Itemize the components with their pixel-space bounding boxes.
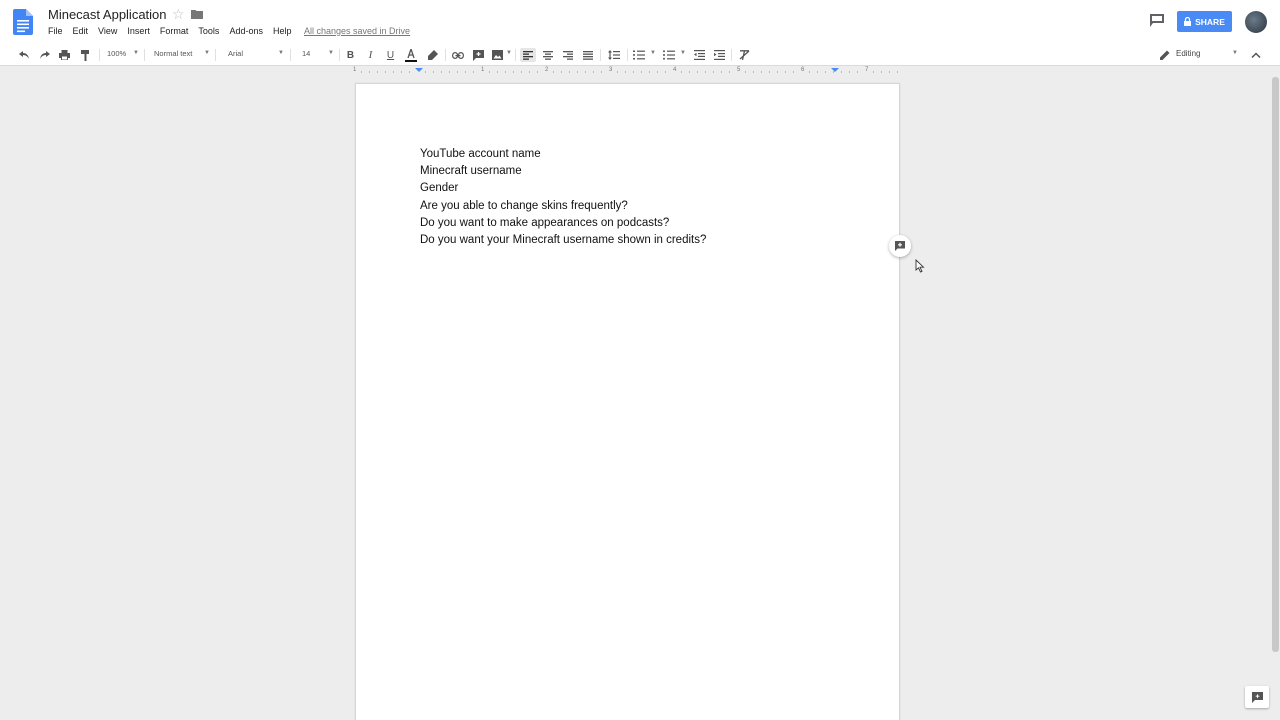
undo-icon[interactable]	[17, 48, 31, 62]
menu-tools[interactable]: Tools	[198, 26, 219, 36]
right-indent-marker[interactable]	[831, 68, 839, 72]
menu-edit[interactable]: Edit	[73, 26, 89, 36]
zoom-caret-icon[interactable]: ▼	[133, 50, 139, 56]
font-select[interactable]: Arial	[228, 49, 243, 58]
ruler-label: 2	[545, 67, 549, 73]
menu-addons[interactable]: Add-ons	[229, 26, 263, 36]
decrease-indent-icon[interactable]	[692, 48, 706, 62]
document-line[interactable]: Do you want your Minecraft username show…	[420, 232, 706, 249]
redo-icon[interactable]	[37, 48, 51, 62]
text-color-icon[interactable]	[404, 48, 418, 62]
ruler-label: 7	[865, 67, 869, 73]
font-size-caret-icon[interactable]: ▼	[328, 50, 334, 56]
add-comment-icon	[895, 241, 905, 251]
font-caret-icon[interactable]: ▼	[278, 50, 284, 56]
toolbar-divider	[445, 49, 446, 61]
star-icon[interactable]: ☆	[172, 6, 185, 23]
pencil-icon[interactable]	[1159, 48, 1171, 62]
bulleted-list-caret-icon[interactable]: ▼	[680, 50, 686, 56]
increase-indent-icon[interactable]	[712, 48, 726, 62]
share-label: SHARE	[1195, 16, 1225, 27]
folder-icon[interactable]	[191, 9, 203, 19]
document-line[interactable]: Minecraft username	[420, 163, 522, 180]
bulleted-list-icon[interactable]	[662, 48, 676, 62]
clear-formatting-icon[interactable]	[737, 48, 751, 62]
document-page[interactable]: YouTube account name Minecraft username …	[355, 83, 900, 720]
font-size-select[interactable]: 14	[302, 49, 310, 58]
image-icon[interactable]	[490, 48, 504, 62]
toolbar-divider	[290, 49, 291, 61]
explore-icon	[1251, 691, 1263, 703]
ruler-label: 4	[673, 67, 677, 73]
ruler-label: 6	[801, 67, 805, 73]
ruler-label: 1	[353, 67, 357, 73]
document-line[interactable]: Gender	[420, 180, 458, 197]
align-center-icon[interactable]	[541, 48, 555, 62]
scrollbar[interactable]	[1272, 77, 1279, 652]
indent-marker[interactable]	[415, 68, 423, 72]
editing-mode-select[interactable]: Editing	[1176, 49, 1200, 58]
paint-format-icon[interactable]	[78, 48, 92, 62]
comments-icon[interactable]	[1150, 14, 1164, 27]
justify-icon[interactable]	[581, 48, 595, 62]
document-line[interactable]: YouTube account name	[420, 146, 541, 163]
toolbar-divider	[600, 49, 601, 61]
toolbar-divider	[515, 49, 516, 61]
bold-icon[interactable]: B	[344, 48, 357, 62]
document-line[interactable]: Are you able to change skins frequently?	[420, 198, 628, 215]
numbered-list-caret-icon[interactable]: ▼	[650, 50, 656, 56]
menu-insert[interactable]: Insert	[127, 26, 150, 36]
toolbar-divider	[339, 49, 340, 61]
toolbar: 100% ▼ Normal text ▼ Arial ▼ 14 ▼ B I U …	[0, 44, 1280, 66]
underline-icon[interactable]: U	[384, 48, 397, 62]
ruler-label: 1	[481, 67, 485, 73]
toolbar-divider	[627, 49, 628, 61]
style-select[interactable]: Normal text	[154, 49, 192, 58]
highlight-icon[interactable]	[426, 48, 440, 62]
align-left-icon[interactable]	[520, 48, 536, 62]
add-comment-button[interactable]	[889, 235, 911, 257]
explore-button[interactable]	[1245, 686, 1269, 708]
ruler-label: 5	[737, 67, 741, 73]
print-icon[interactable]	[57, 48, 71, 62]
document-title[interactable]: Minecast Application	[48, 7, 167, 22]
menu-view[interactable]: View	[98, 26, 117, 36]
toolbar-divider	[99, 49, 100, 61]
mode-caret-icon[interactable]: ▼	[1232, 50, 1238, 56]
lock-icon	[1184, 17, 1192, 26]
italic-icon[interactable]: I	[364, 48, 377, 62]
collapse-icon[interactable]	[1249, 48, 1263, 62]
numbered-list-icon[interactable]	[632, 48, 646, 62]
ruler-label: 3	[609, 67, 613, 73]
zoom-select[interactable]: 100%	[107, 49, 126, 58]
save-status[interactable]: All changes saved in Drive	[304, 26, 410, 36]
menu-help[interactable]: Help	[273, 26, 292, 36]
document-line[interactable]: Do you want to make appearances on podca…	[420, 215, 669, 232]
toolbar-divider	[215, 49, 216, 61]
docs-logo-icon[interactable]	[13, 9, 33, 35]
toolbar-divider	[144, 49, 145, 61]
menu-bar: File Edit View Insert Format Tools Add-o…	[48, 26, 301, 36]
avatar[interactable]	[1245, 11, 1267, 33]
ruler[interactable]: 1 1 2 3 4 5 6 7	[353, 67, 901, 76]
mouse-cursor-icon	[915, 259, 925, 273]
app-header: Minecast Application ☆ File Edit View In…	[0, 0, 1280, 44]
ruler-ticks	[361, 68, 898, 73]
link-icon[interactable]	[451, 48, 465, 62]
insert-comment-icon[interactable]	[471, 48, 485, 62]
image-caret-icon[interactable]: ▼	[506, 50, 512, 56]
menu-format[interactable]: Format	[160, 26, 189, 36]
share-button[interactable]: SHARE	[1177, 11, 1232, 32]
align-right-icon[interactable]	[561, 48, 575, 62]
menu-file[interactable]: File	[48, 26, 63, 36]
toolbar-divider	[731, 49, 732, 61]
line-spacing-icon[interactable]	[607, 48, 621, 62]
style-caret-icon[interactable]: ▼	[204, 50, 210, 56]
